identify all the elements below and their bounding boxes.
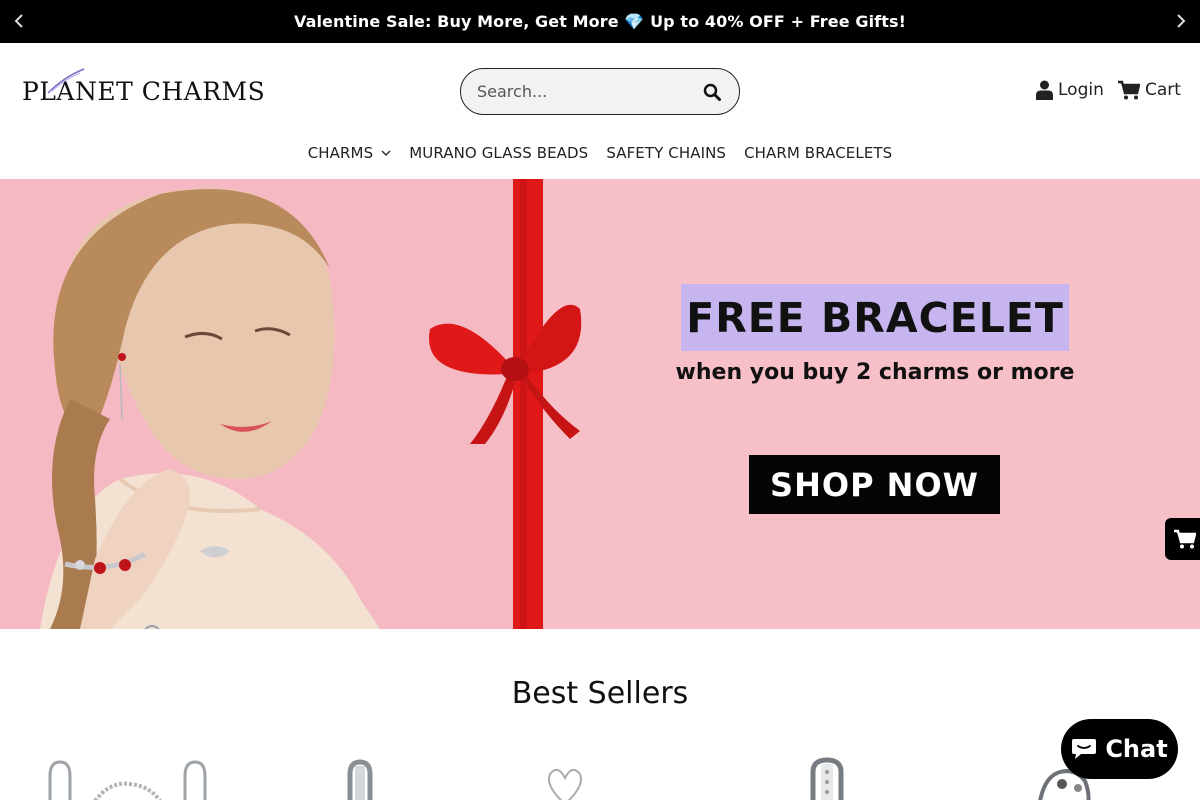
hero-headline: FREE BRACELET — [681, 284, 1069, 351]
chevron-right-icon[interactable] — [1171, 11, 1191, 31]
cart-icon — [1118, 80, 1140, 100]
chat-label: Chat — [1105, 735, 1168, 763]
product-image-heart-charm[interactable] — [540, 756, 590, 800]
site-header: PLANET CHARMS Login Cart CHARMS MURANO G… — [0, 43, 1200, 179]
login-link[interactable]: Login — [1036, 80, 1104, 100]
main-nav: CHARMS MURANO GLASS BEADS SAFETY CHAINS … — [0, 141, 1200, 165]
nav-item-safety-chains[interactable]: SAFETY CHAINS — [606, 141, 726, 165]
search-bar — [460, 68, 740, 115]
user-icon — [1036, 80, 1053, 100]
hero-banner[interactable]: FREE BRACELET when you buy 2 charms or m… — [0, 179, 1200, 629]
nav-item-charms[interactable]: CHARMS — [308, 141, 392, 165]
site-logo[interactable]: PLANET CHARMS — [22, 68, 265, 111]
chat-bubble-icon — [1072, 739, 1097, 759]
product-image-crystal-spacer[interactable] — [805, 756, 850, 800]
nav-item-murano-glass-beads[interactable]: MURANO GLASS BEADS — [409, 141, 588, 165]
login-label: Login — [1058, 80, 1104, 100]
cart-label: Cart — [1145, 80, 1181, 100]
floating-cart-button[interactable] — [1165, 518, 1200, 560]
chevron-down-icon — [381, 149, 391, 156]
ribbon-bow — [429, 304, 582, 444]
cart-icon — [1174, 529, 1196, 549]
product-row — [0, 750, 1200, 800]
nav-item-charm-bracelets[interactable]: CHARM BRACELETS — [744, 141, 892, 165]
product-image-spacer-charm[interactable] — [340, 756, 380, 800]
cart-link[interactable]: Cart — [1118, 80, 1181, 100]
announcement-text[interactable]: Valentine Sale: Buy More, Get More 💎 Up … — [294, 12, 906, 31]
section-title-best-sellers: Best Sellers — [511, 676, 689, 711]
chat-button[interactable]: Chat — [1061, 719, 1178, 779]
chevron-left-icon[interactable] — [9, 11, 29, 31]
search-icon[interactable] — [701, 81, 723, 103]
search-input[interactable] — [461, 82, 681, 101]
announcement-bar: Valentine Sale: Buy More, Get More 💎 Up … — [0, 0, 1200, 43]
logo-text: PLANET CHARMS — [22, 77, 266, 106]
product-image-safety-chain[interactable] — [30, 756, 220, 800]
shop-now-button[interactable]: SHOP NOW — [749, 455, 1000, 514]
hero-subline: when you buy 2 charms or more — [675, 360, 1075, 385]
